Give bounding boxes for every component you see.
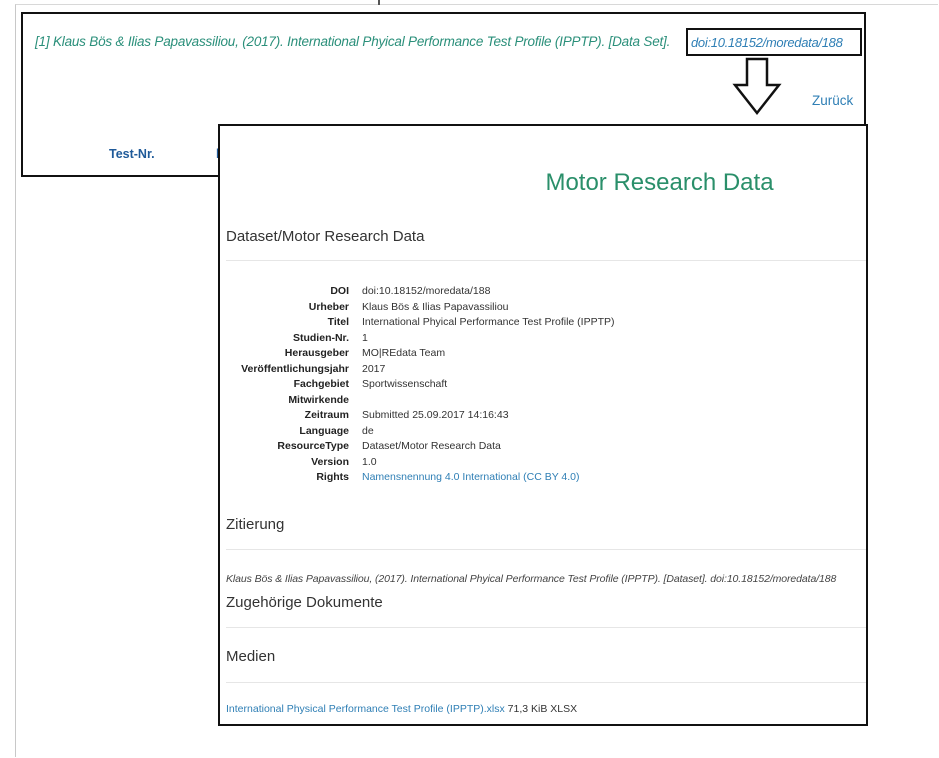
metadata-row: Veröffentlichungsjahr 2017 <box>220 362 615 378</box>
dataset-detail-window: Motor Research Data Dataset/Motor Resear… <box>218 124 868 726</box>
metadata-row: ResourceType Dataset/Motor Research Data <box>220 439 615 455</box>
metadata-row: Mitwirkende <box>220 393 615 409</box>
metadata-key: Language <box>299 424 349 437</box>
metadata-row: Rights Namensnennung 4.0 International (C… <box>220 470 615 486</box>
rights-link[interactable]: Namensnennung 4.0 International (CC BY 4… <box>362 470 580 486</box>
back-link[interactable]: Zurück <box>812 93 853 108</box>
metadata-key: ResourceType <box>277 440 349 452</box>
metadata-row: Fachgebiet Sportwissenschaft <box>220 377 615 393</box>
metadata-row: Studien-Nr. 1 <box>220 331 615 347</box>
metadata-key: DOI <box>330 285 349 297</box>
divider <box>226 260 866 261</box>
metadata-value: 2017 <box>362 362 386 375</box>
metadata-row: Urheber Klaus Bös & Ilias Papavassiliou <box>220 300 615 316</box>
divider <box>226 627 866 628</box>
doi-link[interactable]: doi:10.18152/moredata/188 <box>691 35 843 50</box>
metadata-key: Rights <box>316 471 349 483</box>
breadcrumb: Dataset/Motor Research Data <box>226 228 425 245</box>
related-docs-heading: Zugehörige Dokumente <box>226 594 383 611</box>
metadata-key: Mitwirkende <box>288 393 349 406</box>
down-arrow-icon <box>732 57 782 116</box>
media-heading: Medien <box>226 648 276 665</box>
metadata-value: Submitted 25.09.2017 14:16:43 <box>362 409 509 421</box>
table-header-test-nr[interactable]: Test-Nr. <box>109 147 155 161</box>
metadata-value: MO|REdata Team <box>362 347 446 359</box>
metadata-row: Herausgeber MO|REdata Team <box>220 346 615 362</box>
metadata-row: Language de <box>220 424 615 440</box>
metadata-value: Dataset/Motor Research Data <box>362 440 501 452</box>
divider <box>226 682 866 683</box>
metadata-key: Veröffentlichungsjahr <box>241 362 349 375</box>
media-file-link[interactable]: International Physical Performance Test … <box>226 703 505 715</box>
metadata-value: 1.0 <box>362 455 377 468</box>
media-file-size: 71,3 KiB XLSX <box>507 703 578 715</box>
citation-heading: Zitierung <box>226 516 285 533</box>
metadata-key: Studien-Nr. <box>292 331 349 344</box>
media-item: International Physical Performance Test … <box>226 703 577 715</box>
divider <box>226 549 866 550</box>
citation-text: Klaus Bös & Ilias Papavassiliou, (2017).… <box>226 573 837 585</box>
metadata-table: DOI doi:10.18152/moredata/188 Urheber Klaus… <box>220 284 615 486</box>
metadata-key: Zeitraum <box>304 409 349 421</box>
metadata-value: International Phyical Performance Test P… <box>362 316 615 328</box>
metadata-key: Fachgebiet <box>293 378 349 390</box>
metadata-value: 1 <box>362 331 368 344</box>
metadata-key: Herausgeber <box>284 347 349 359</box>
metadata-key: Urheber <box>308 300 349 313</box>
metadata-row: Zeitraum Submitted 25.09.2017 14:16:43 <box>220 408 615 424</box>
reference-citation: [1] Klaus Bös & Ilias Papavassiliou, (20… <box>35 34 671 49</box>
metadata-key: Titel <box>327 316 349 328</box>
top-tick-mark <box>378 0 380 5</box>
metadata-value: Klaus Bös & Ilias Papavassiliou <box>362 300 509 313</box>
metadata-row: DOI doi:10.18152/moredata/188 <box>220 284 615 300</box>
metadata-row: Version 1.0 <box>220 455 615 471</box>
metadata-value: doi:10.18152/moredata/188 <box>362 285 491 297</box>
metadata-value: Sportwissenschaft <box>362 378 448 390</box>
site-title: Motor Research Data <box>545 169 774 196</box>
metadata-key: Version <box>311 455 349 468</box>
metadata-row: Titel International Phyical Performance T… <box>220 315 615 331</box>
metadata-value: de <box>362 424 374 437</box>
